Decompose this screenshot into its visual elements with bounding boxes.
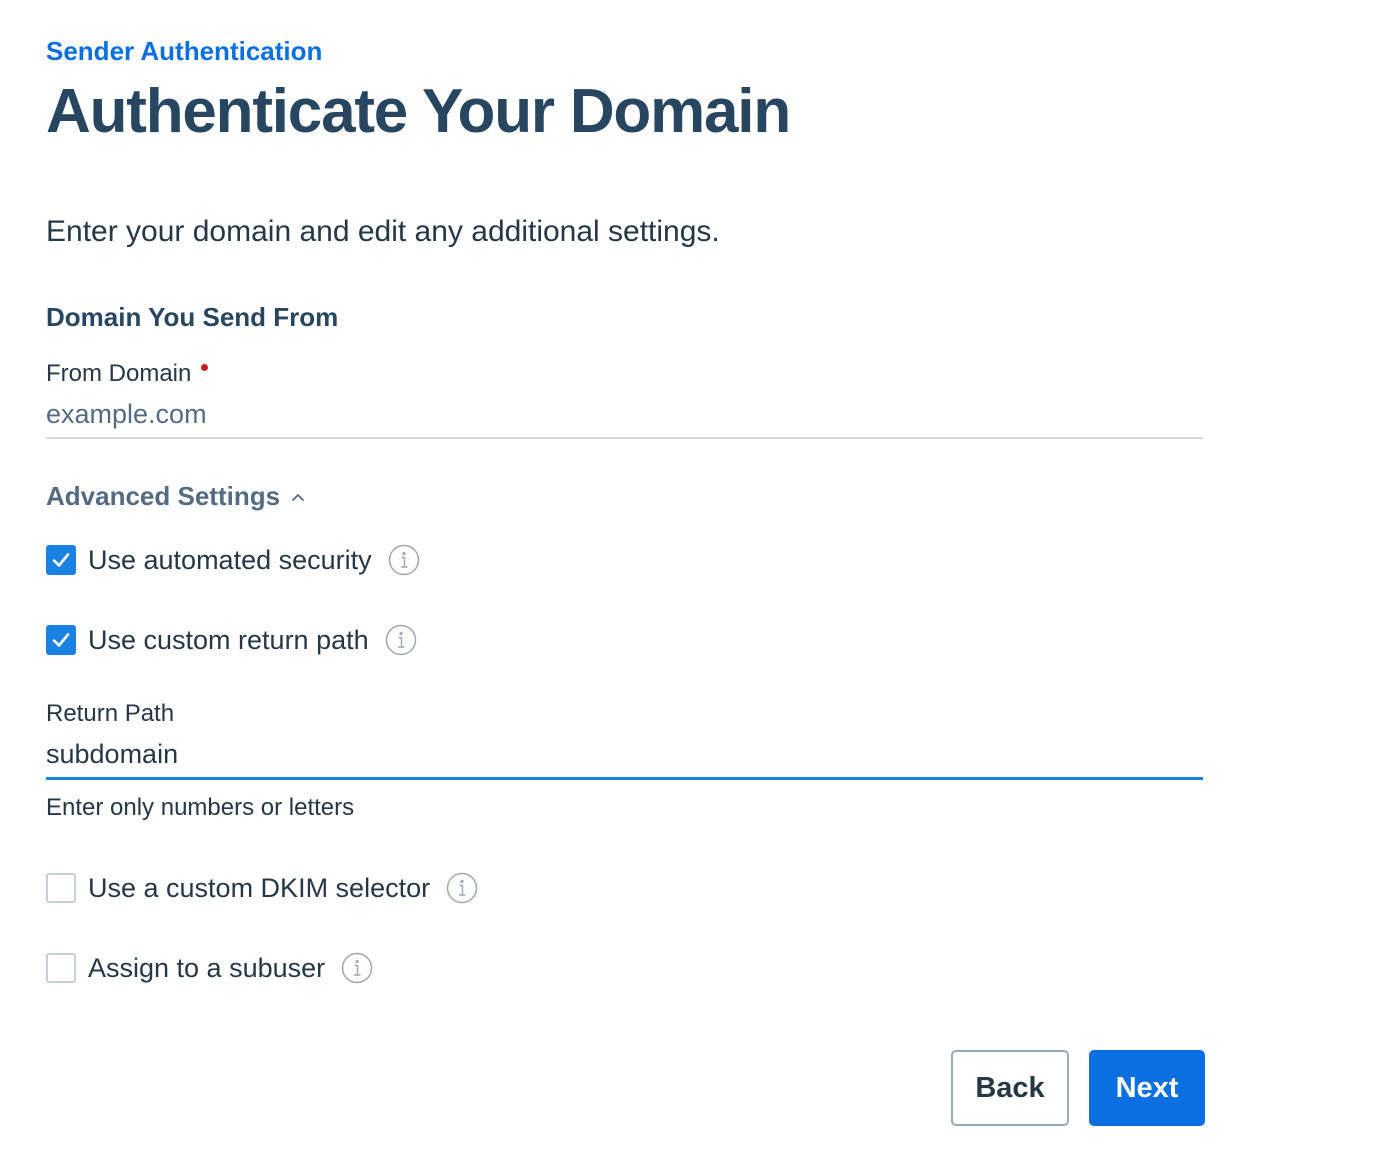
assign-subuser-option: Assign to a subuser [46, 952, 373, 984]
return-path-input[interactable] [46, 734, 1202, 774]
assign-subuser-checkbox[interactable] [46, 953, 76, 983]
back-button[interactable]: Back [951, 1050, 1069, 1126]
from-domain-label-text: From Domain [46, 360, 192, 387]
advanced-settings-label: Advanced Settings [46, 481, 281, 511]
info-icon[interactable] [341, 952, 373, 984]
custom-dkim-selector-option: Use a custom DKIM selector [46, 872, 478, 904]
automated-security-label[interactable]: Use automated security [88, 545, 372, 576]
required-indicator [201, 364, 209, 371]
assign-subuser-label[interactable]: Assign to a subuser [88, 953, 325, 984]
section-heading-domain: Domain You Send From [46, 302, 339, 332]
advanced-settings-toggle[interactable]: Advanced Settings [46, 481, 306, 512]
intro-text: Enter your domain and edit any additiona… [46, 215, 720, 248]
chevron-up-icon [292, 493, 304, 501]
checkmark-icon [52, 633, 70, 647]
custom-dkim-selector-checkbox[interactable] [46, 873, 76, 903]
return-path-label: Return Path [46, 700, 175, 727]
automated-security-option: Use automated security [46, 544, 420, 576]
info-icon[interactable] [388, 544, 420, 576]
custom-return-path-checkbox[interactable] [46, 625, 76, 655]
from-domain-label: From Domain [46, 360, 209, 388]
next-button[interactable]: Next [1089, 1050, 1205, 1126]
return-path-underline [46, 777, 1203, 780]
page-title: Authenticate Your Domain [46, 77, 791, 146]
info-icon[interactable] [385, 624, 417, 656]
return-path-helper-text: Enter only numbers or letters [46, 794, 355, 821]
custom-return-path-option: Use custom return path [46, 624, 417, 656]
breadcrumb-link[interactable]: Sender Authentication [46, 36, 322, 67]
from-domain-input[interactable] [46, 394, 1202, 434]
checkmark-icon [52, 553, 70, 567]
info-icon[interactable] [446, 872, 478, 904]
custom-dkim-selector-label[interactable]: Use a custom DKIM selector [88, 873, 430, 904]
custom-return-path-label[interactable]: Use custom return path [88, 625, 369, 656]
automated-security-checkbox[interactable] [46, 545, 76, 575]
from-domain-underline [46, 437, 1203, 439]
